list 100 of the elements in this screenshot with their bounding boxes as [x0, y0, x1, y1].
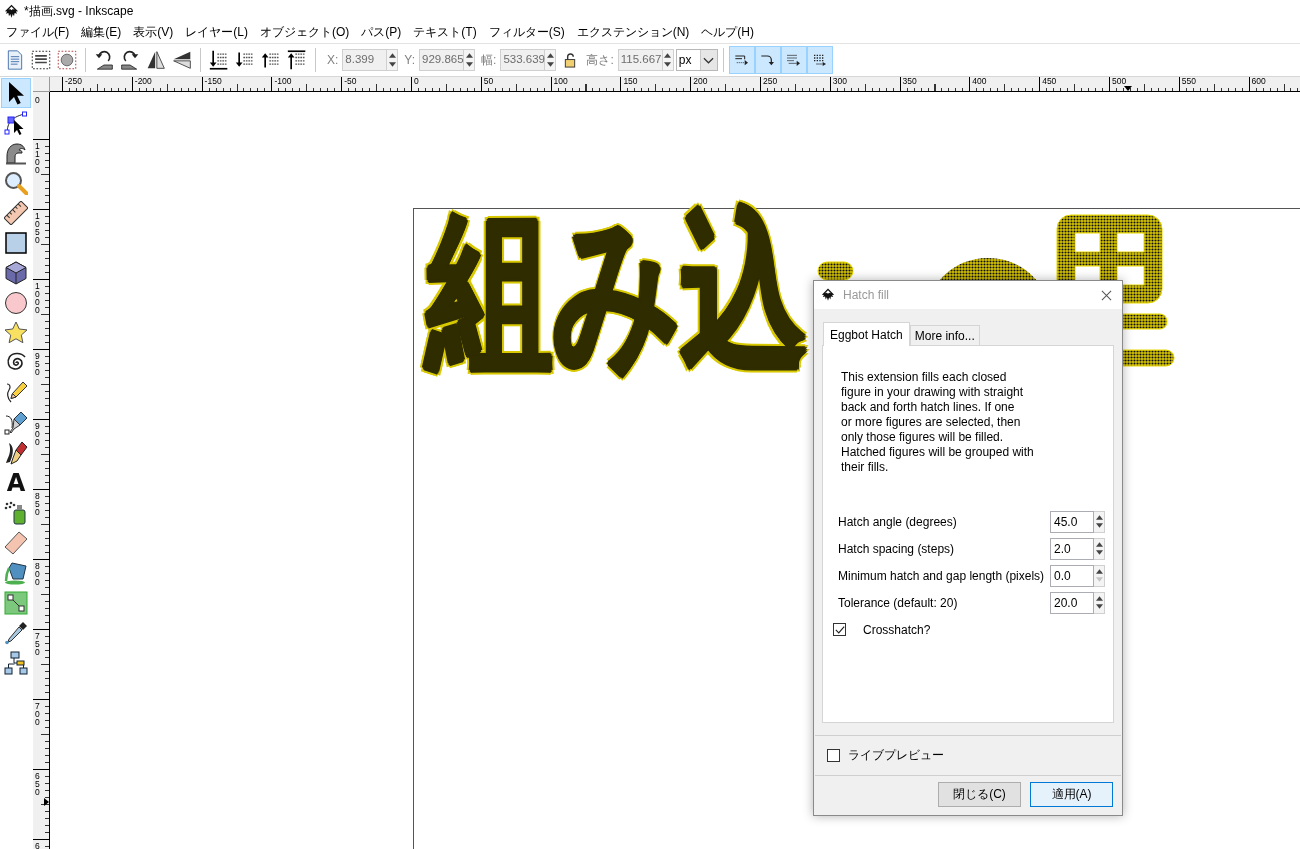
field-label: Hatch spacing (steps)	[838, 541, 955, 556]
ruler-label: 6	[35, 842, 40, 849]
menu-item[interactable]: ファイル(F)	[0, 24, 76, 41]
ruler-label: -250	[65, 77, 83, 86]
menu-item[interactable]: オブジェクト(O)	[254, 24, 356, 41]
tab[interactable]: Eggbot Hatch	[823, 322, 910, 346]
ruler-label: -200	[134, 77, 153, 86]
circle-icon	[4, 291, 28, 315]
checkbox-label: Crosshatch?	[863, 622, 931, 637]
caret-up-icon[interactable]	[1095, 568, 1103, 574]
rounded-corner-icon	[759, 52, 776, 68]
fountain-pen-icon	[4, 441, 28, 465]
rotate-left-icon	[94, 50, 114, 70]
ruler-label: 1100	[35, 142, 40, 174]
caret-down-icon[interactable]	[546, 61, 554, 67]
dialog-button[interactable]: 閉じる(C)	[938, 782, 1021, 807]
field-label: 高さ:	[586, 51, 614, 69]
menu-item[interactable]: 編集(E)	[75, 24, 128, 41]
ruler-label: 150	[623, 77, 639, 86]
menu-item[interactable]: ヘルプ(H)	[695, 24, 760, 41]
checkbox[interactable]	[833, 623, 846, 636]
checkbox-label: ライブプレビュー	[848, 747, 944, 764]
spin-button[interactable]	[545, 49, 557, 71]
menu-item[interactable]: 表示(V)	[127, 24, 180, 41]
caret-down-icon[interactable]	[1095, 604, 1103, 610]
tool-button[interactable]	[1, 78, 31, 108]
tab[interactable]: More info...	[909, 325, 980, 345]
ruler-label: 650	[35, 772, 40, 796]
field-label: Minimum hatch and gap length (pixels)	[838, 568, 1045, 583]
caret-up-icon[interactable]	[465, 53, 473, 59]
field-label: Tolerance (default: 20)	[838, 595, 958, 610]
spin-button[interactable]	[387, 49, 399, 71]
spin-button[interactable]	[662, 49, 674, 71]
ruler-label: 300	[832, 77, 848, 86]
field-label: Hatch angle (degrees)	[838, 514, 957, 529]
caret-down-icon[interactable]	[664, 61, 672, 67]
menu-item[interactable]: エクステンション(N)	[570, 24, 696, 41]
spin-button[interactable]	[464, 49, 476, 71]
dashed-selection-icon	[57, 50, 77, 70]
ruler-label: 900	[35, 422, 40, 446]
toggle-button[interactable]	[780, 46, 807, 74]
number-field[interactable]: 20.0	[1050, 591, 1094, 614]
lines-up-arrow-icon	[287, 50, 307, 70]
document-icon	[5, 50, 25, 70]
ruler-label: 0	[414, 77, 420, 86]
number-field[interactable]: 0.0	[1050, 564, 1094, 587]
pen-nib-icon	[4, 411, 28, 435]
caret-down-icon[interactable]	[1095, 523, 1103, 529]
ruler-label: 800	[35, 562, 40, 586]
number-field[interactable]: 2.0	[1050, 537, 1094, 560]
window-title: *描画.svg - Inkscape	[24, 2, 134, 20]
app-logo-icon	[821, 288, 835, 302]
spin-button[interactable]	[1094, 537, 1105, 560]
eyedropper-icon	[4, 621, 28, 645]
menu-item[interactable]: フィルター(S)	[482, 24, 571, 41]
ruler-label: 350	[902, 77, 918, 86]
dialog-button[interactable]: 適用(A)	[1030, 782, 1113, 807]
caret-up-icon[interactable]	[546, 53, 554, 59]
menu-item[interactable]: レイヤー(L)	[179, 24, 254, 41]
spray-can-icon	[4, 501, 28, 525]
caret-down-icon[interactable]	[465, 61, 473, 67]
field-label: 幅:	[481, 51, 497, 69]
diagram-icon	[4, 651, 28, 675]
app-logo-icon	[4, 3, 19, 19]
chevron-down-icon	[703, 56, 715, 64]
toggle-button[interactable]	[806, 46, 833, 74]
caret-up-icon[interactable]	[1095, 514, 1103, 520]
ruler-label: 750	[35, 632, 40, 656]
menu-item[interactable]: パス(P)	[355, 24, 408, 41]
gradient-lines-icon	[785, 52, 802, 68]
unit-dropdown[interactable]: px	[675, 49, 718, 71]
caret-up-icon[interactable]	[1095, 595, 1103, 601]
spin-button[interactable]	[1094, 564, 1105, 587]
caret-down-icon[interactable]	[1095, 550, 1103, 556]
checkbox[interactable]	[827, 749, 840, 762]
caret-up-icon[interactable]	[388, 53, 396, 59]
cube-icon	[4, 261, 28, 285]
caret-up-icon[interactable]	[664, 53, 672, 59]
spin-button[interactable]	[1094, 591, 1105, 614]
description-text: This extension fills each closed figure in your drawing with straight back and forth hatch lines. If one or more figures are selected, then only those figures will be filled. Hatched figures will be grouped with their fills.	[841, 370, 1035, 475]
field-label: X:	[327, 53, 339, 67]
bezier-nodes-icon	[4, 111, 28, 135]
number-field[interactable]: 45.0	[1050, 510, 1094, 533]
padlock-icon[interactable]	[564, 52, 577, 68]
ruler-label: 250	[762, 77, 779, 86]
tool-button[interactable]	[1, 648, 31, 678]
spin-button[interactable]	[1094, 510, 1105, 533]
toggle-button[interactable]	[754, 46, 781, 74]
caret-down-icon[interactable]	[388, 61, 396, 67]
wave-icon	[4, 141, 28, 165]
tool-button[interactable]: A	[1, 468, 31, 498]
menu-item[interactable]: テキスト(T)	[407, 24, 483, 41]
ruler-label: -50	[344, 77, 358, 86]
toggle-button[interactable]	[728, 46, 755, 74]
ruler-label: -150	[204, 77, 223, 86]
caret-up-icon[interactable]	[1095, 541, 1103, 547]
dashed-selection-icon	[31, 50, 51, 70]
ruler-label: 50	[483, 77, 495, 86]
paint-bucket-icon	[4, 561, 28, 585]
field-label: Y:	[404, 53, 416, 67]
